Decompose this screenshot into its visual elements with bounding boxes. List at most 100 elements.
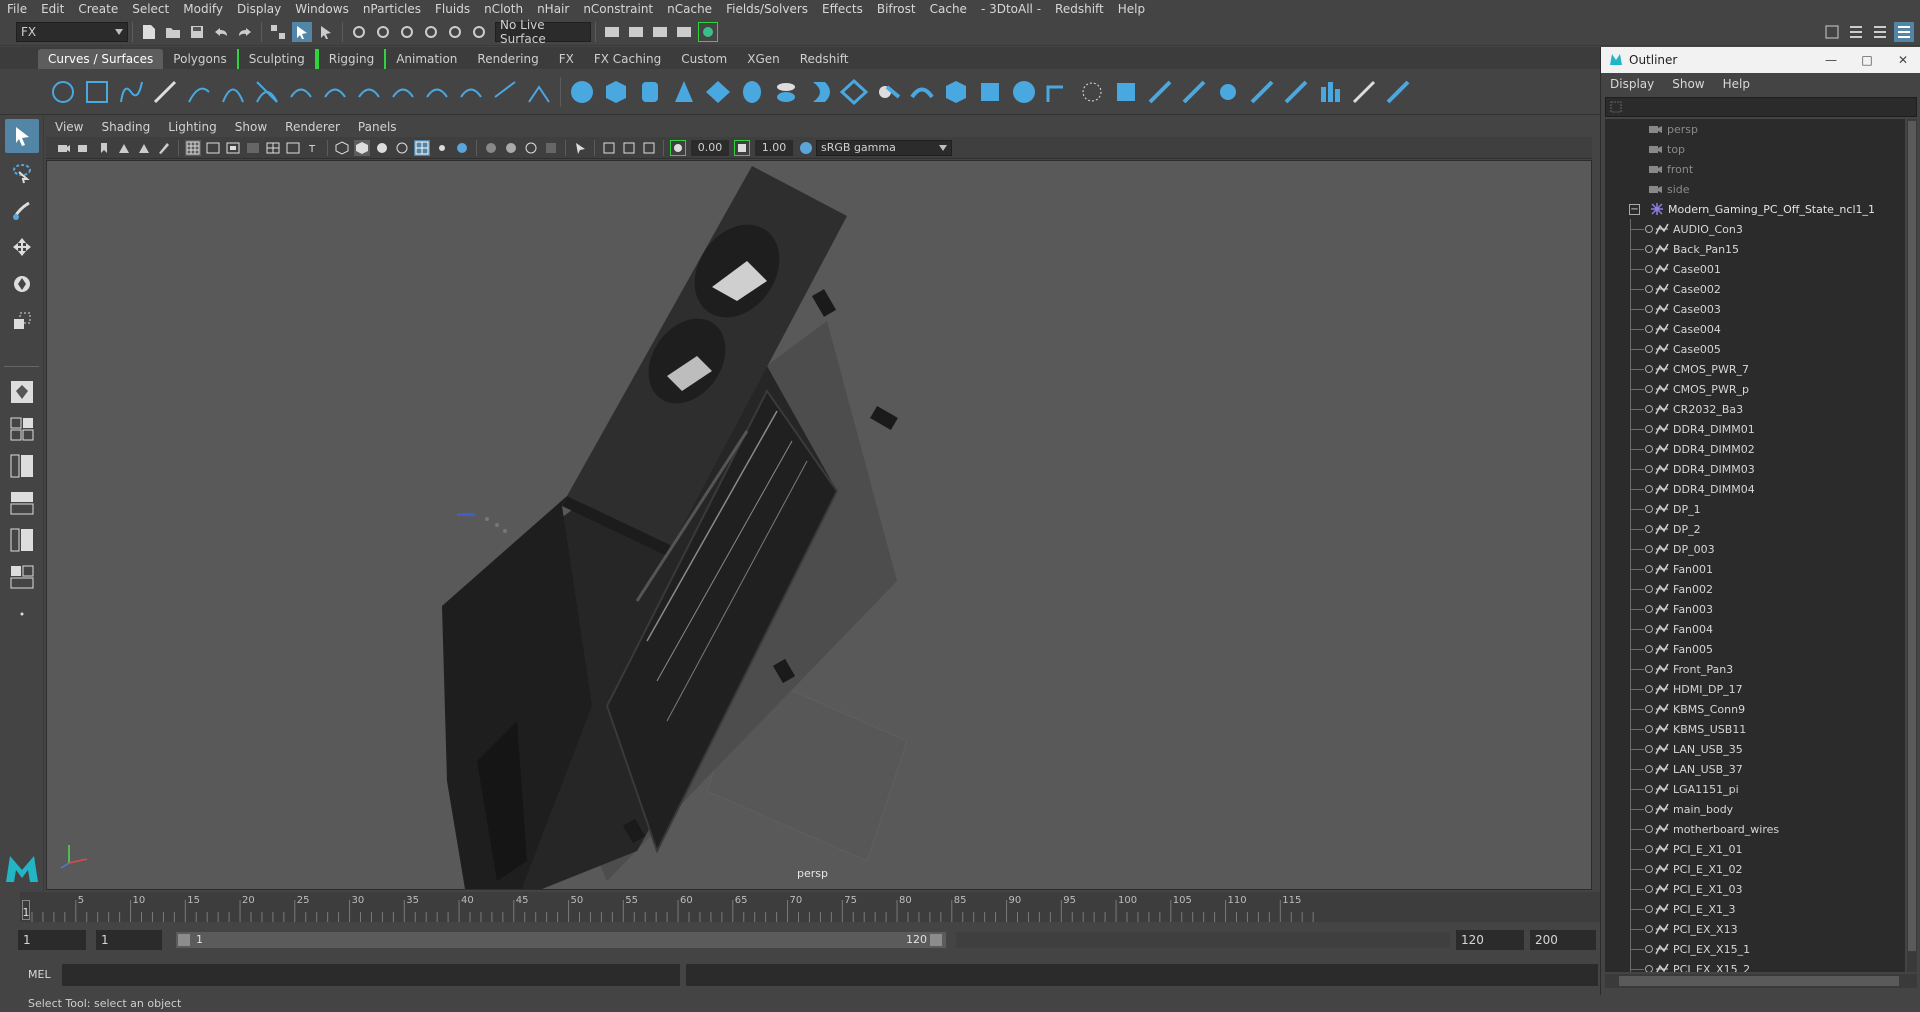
- shadows-icon[interactable]: [454, 140, 470, 156]
- boundary-icon[interactable]: [975, 77, 1005, 107]
- panel-menu-item[interactable]: Panels: [349, 120, 406, 134]
- workspace-icon[interactable]: [1822, 22, 1842, 42]
- outliner-horizontal-scrollbar[interactable]: [1605, 974, 1917, 988]
- snap-curve-icon[interactable]: [373, 22, 393, 42]
- exposure-icon[interactable]: [670, 139, 686, 156]
- bevel-plus-icon[interactable]: [941, 77, 971, 107]
- sculpt-icon[interactable]: [1349, 77, 1379, 107]
- safe-title-icon[interactable]: T: [305, 140, 321, 156]
- persp-graph-layout-icon[interactable]: [5, 486, 39, 520]
- uv-editor-layout-icon[interactable]: [5, 560, 39, 594]
- wireframe-icon[interactable]: [334, 140, 350, 156]
- wireframe-on-shaded-icon[interactable]: [394, 140, 410, 156]
- outliner-mesh-item[interactable]: LAN_USB_37: [1605, 759, 1905, 779]
- menu-item[interactable]: Edit: [34, 0, 71, 18]
- shelf-tab[interactable]: Rigging: [316, 49, 387, 69]
- outliner-mesh-item[interactable]: AUDIO_Con3: [1605, 219, 1905, 239]
- intersect-icon[interactable]: [1077, 77, 1107, 107]
- outliner-group-item[interactable]: − Modern_Gaming_PC_Off_State_ncl1_1: [1605, 199, 1905, 219]
- xray-joints-icon[interactable]: [621, 140, 637, 156]
- field-chart-icon[interactable]: [265, 140, 281, 156]
- open-scene-icon[interactable]: [163, 22, 183, 42]
- outliner-mesh-item[interactable]: PCI_EX_X15_2: [1605, 959, 1905, 972]
- command-input[interactable]: [62, 964, 680, 986]
- snap-view-plane-icon[interactable]: [421, 22, 441, 42]
- menu-item[interactable]: Fluids: [428, 0, 477, 18]
- menu-item[interactable]: nParticles: [356, 0, 428, 18]
- outliner-mesh-item[interactable]: Case001: [1605, 259, 1905, 279]
- range-bar[interactable]: 1 120: [176, 932, 946, 948]
- nurbs-plane-icon[interactable]: [703, 77, 733, 107]
- select-hierarchy-icon[interactable]: [268, 22, 288, 42]
- open-close-icon[interactable]: [1247, 77, 1277, 107]
- outliner-mesh-item[interactable]: Front_Pan3: [1605, 659, 1905, 679]
- nurbs-cube-icon[interactable]: [601, 77, 631, 107]
- shelf-tab[interactable]: FX: [549, 49, 584, 69]
- select-component-icon[interactable]: [316, 22, 336, 42]
- render-settings-icon[interactable]: [650, 22, 670, 42]
- shelf-tab[interactable]: Sculpting: [236, 49, 317, 69]
- view-transform-dropdown[interactable]: sRGB gamma: [816, 139, 952, 156]
- outliner-vertical-scrollbar[interactable]: [1907, 119, 1917, 972]
- panel-menu-item[interactable]: Lighting: [159, 120, 226, 134]
- outliner-mesh-item[interactable]: DP_003: [1605, 539, 1905, 559]
- nurbs-square-icon[interactable]: [82, 77, 112, 107]
- outliner-mesh-item[interactable]: LAN_USB_35: [1605, 739, 1905, 759]
- extrude-icon[interactable]: [873, 77, 903, 107]
- single-perspective-layout-icon[interactable]: [5, 375, 39, 409]
- shelf-tab[interactable]: XGen: [737, 49, 790, 69]
- outliner-mesh-item[interactable]: PCI_E_X1_03: [1605, 879, 1905, 899]
- panel-menu-item[interactable]: View: [46, 120, 92, 134]
- outliner-mesh-item[interactable]: PCI_EX_X13: [1605, 919, 1905, 939]
- menu-item[interactable]: Modify: [176, 0, 230, 18]
- bezier-icon[interactable]: [252, 77, 282, 107]
- menu-item[interactable]: Cache: [923, 0, 974, 18]
- time-slider[interactable]: 5 10 15 20 25 30 35 40 45 50 55 60 65 70 75 80 85 90 95 100…: [20, 892, 1602, 922]
- ep-curve-icon[interactable]: [150, 77, 180, 107]
- rotate-tool-icon[interactable]: [5, 267, 39, 301]
- xray-components-icon[interactable]: [641, 140, 657, 156]
- loft-icon[interactable]: [805, 77, 835, 107]
- animation-start-field[interactable]: 1: [18, 930, 86, 950]
- outliner-mesh-item[interactable]: CMOS_PWR_p: [1605, 379, 1905, 399]
- save-scene-icon[interactable]: [187, 22, 207, 42]
- outliner-mesh-item[interactable]: Case002: [1605, 279, 1905, 299]
- mel-label[interactable]: MEL: [28, 968, 51, 981]
- resolution-gate-icon[interactable]: [225, 140, 241, 156]
- hypershade-icon[interactable]: [674, 22, 694, 42]
- menu-item[interactable]: Windows: [288, 0, 356, 18]
- menu-item[interactable]: Select: [125, 0, 176, 18]
- menu-item[interactable]: Display: [230, 0, 288, 18]
- attach-curves-icon[interactable]: [286, 77, 316, 107]
- insert-knot-icon[interactable]: [354, 77, 384, 107]
- outliner-mesh-item[interactable]: Case003: [1605, 299, 1905, 319]
- range-end-handle[interactable]: [930, 934, 942, 946]
- color-management-icon[interactable]: [798, 140, 814, 156]
- outliner-mesh-item[interactable]: main_body: [1605, 799, 1905, 819]
- paint-select-tool-icon[interactable]: [5, 193, 39, 227]
- render-view-icon[interactable]: [698, 21, 718, 42]
- cv-curve-icon[interactable]: [116, 77, 146, 107]
- depth-of-field-icon[interactable]: [543, 140, 559, 156]
- menu-item[interactable]: Create: [71, 0, 125, 18]
- shelf-tab[interactable]: Polygons: [163, 49, 236, 69]
- menuset-dropdown[interactable]: FX: [16, 21, 128, 42]
- menu-item[interactable]: - 3DtoAll -: [974, 0, 1048, 18]
- panel-menu-item[interactable]: Renderer: [276, 120, 349, 134]
- snap-live-icon[interactable]: [445, 22, 465, 42]
- outliner-mesh-item[interactable]: DDR4_DIMM04: [1605, 479, 1905, 499]
- nurbs-sphere-icon[interactable]: [567, 77, 597, 107]
- playback-end-field[interactable]: 120: [1456, 930, 1524, 950]
- safe-action-icon[interactable]: [285, 140, 301, 156]
- outliner-menu-item[interactable]: Show: [1663, 77, 1713, 91]
- outliner-mesh-item[interactable]: LGA1151_pi: [1605, 779, 1905, 799]
- nurbs-torus-icon[interactable]: [737, 77, 767, 107]
- menu-item[interactable]: Help: [1111, 0, 1152, 18]
- camera-attributes-icon[interactable]: [76, 140, 92, 156]
- attach-surfaces-icon[interactable]: [1179, 77, 1209, 107]
- stitch-icon[interactable]: [1315, 77, 1345, 107]
- use-all-lights-icon[interactable]: [434, 140, 450, 156]
- outliner-mesh-item[interactable]: Case005: [1605, 339, 1905, 359]
- default-material-icon[interactable]: [374, 140, 390, 156]
- gamma-field[interactable]: 1.00: [755, 139, 793, 156]
